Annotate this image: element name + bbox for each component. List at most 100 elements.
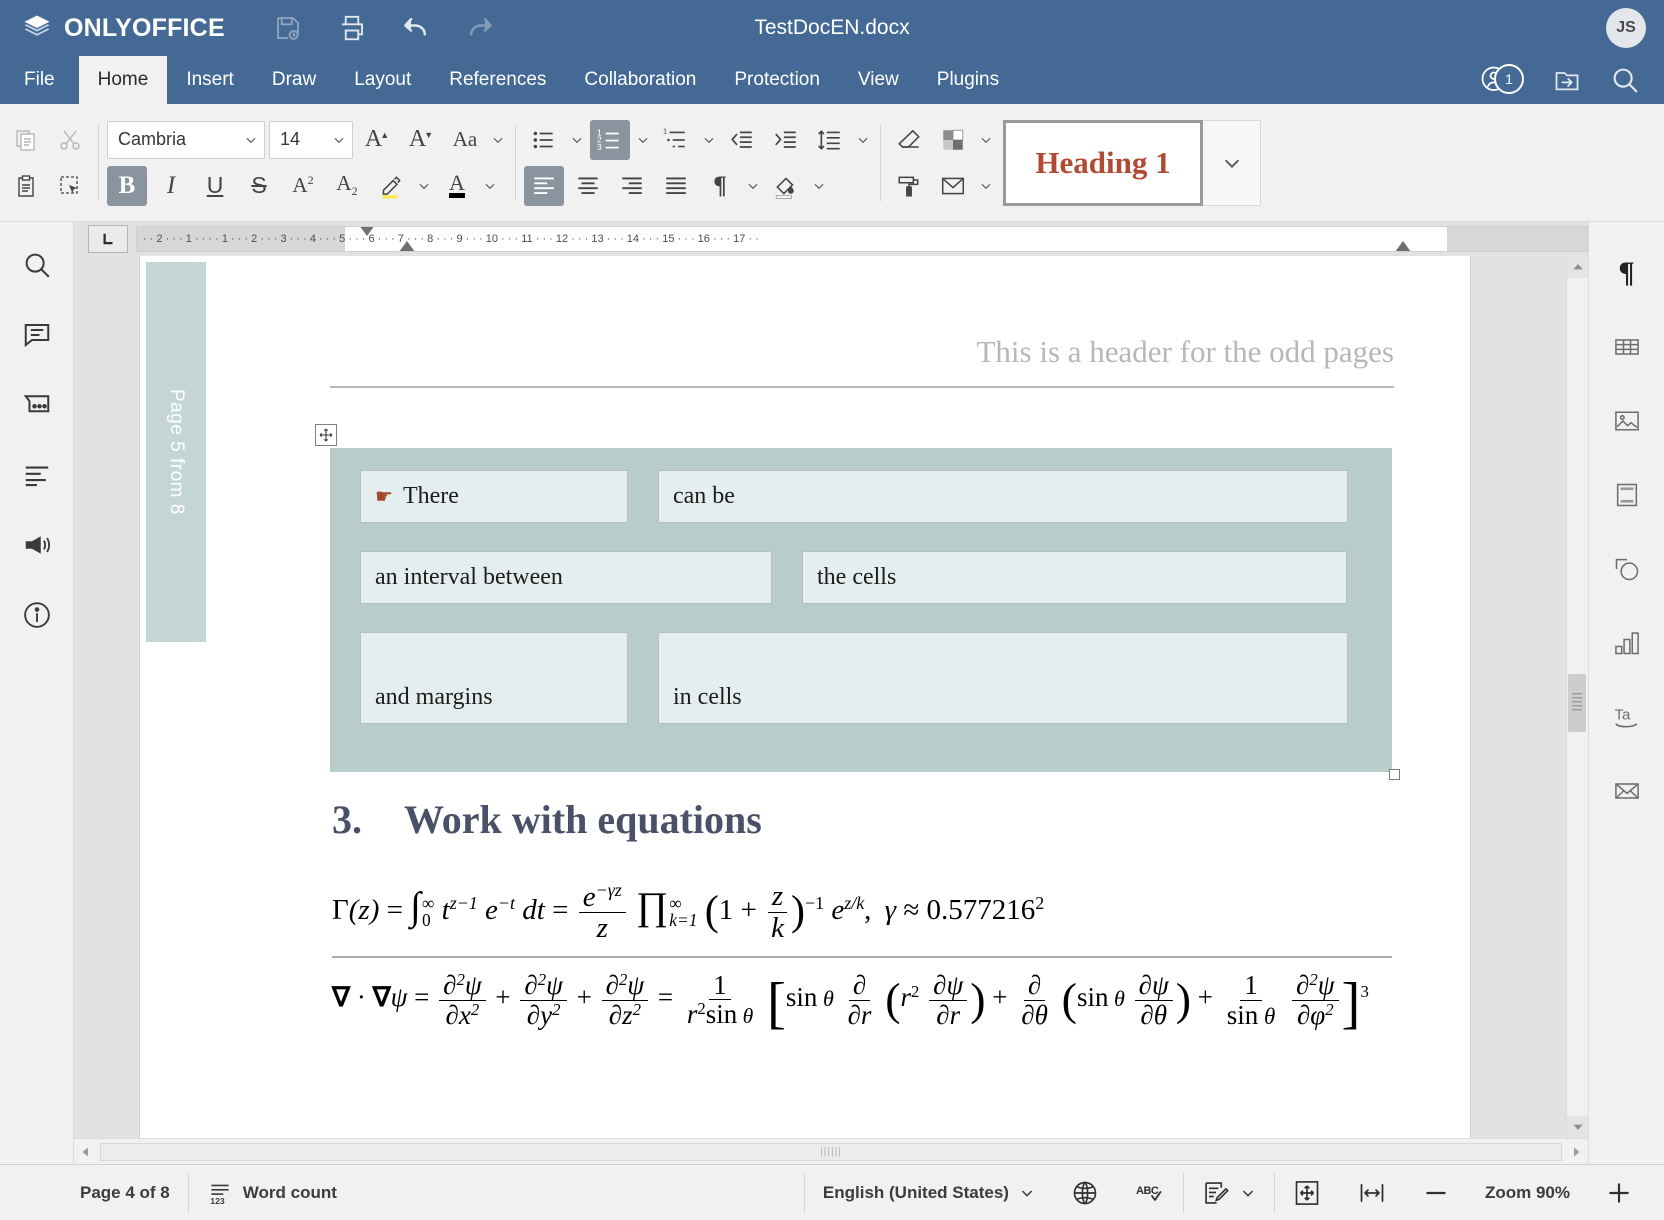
cut-button[interactable] bbox=[50, 120, 90, 160]
page-header-text[interactable]: This is a header for the odd pages bbox=[976, 334, 1394, 370]
vertical-scroll-thumb[interactable] bbox=[1568, 674, 1586, 732]
settings-chart[interactable] bbox=[1606, 622, 1648, 664]
shading-button[interactable] bbox=[766, 166, 806, 206]
set-document-language-button[interactable] bbox=[1053, 1173, 1117, 1213]
change-case-caret[interactable] bbox=[489, 120, 507, 160]
tab-plugins[interactable]: Plugins bbox=[918, 56, 1018, 104]
style-gallery-expand[interactable] bbox=[1203, 119, 1261, 206]
strikeout-button[interactable]: S bbox=[239, 166, 279, 206]
decrement-font-size-button[interactable]: A ▼ bbox=[401, 120, 441, 160]
gamma-function-equation[interactable]: Γ(z) = ∫ ∞ 0 tz−1 e−t dt = e−γz z ∏ ∞ k=1 (1 … bbox=[332, 881, 1044, 944]
horizontal-scroll-thumb[interactable]: |||||| bbox=[100, 1142, 1562, 1161]
sidebar-item-feedback[interactable] bbox=[16, 524, 58, 566]
tab-layout[interactable]: Layout bbox=[335, 56, 430, 104]
save-icon[interactable] bbox=[273, 13, 303, 43]
form-field-in-cells[interactable]: in cells bbox=[658, 632, 1348, 724]
form-field-the-cells[interactable]: the cells bbox=[802, 551, 1347, 604]
settings-paragraph[interactable]: ¶ bbox=[1606, 252, 1648, 294]
redo-icon[interactable] bbox=[465, 13, 495, 43]
form-field-and-margins[interactable]: and margins bbox=[360, 632, 628, 724]
align-right-button[interactable] bbox=[612, 166, 652, 206]
tab-view[interactable]: View bbox=[839, 56, 918, 104]
align-left-button[interactable] bbox=[524, 165, 564, 206]
tab-draw[interactable]: Draw bbox=[253, 56, 335, 104]
highlight-color-caret[interactable] bbox=[415, 166, 433, 206]
nonprinting-chars-caret[interactable] bbox=[744, 166, 762, 206]
settings-shape[interactable] bbox=[1606, 548, 1648, 590]
horizontal-ruler[interactable]: · · 2 · · · 1 · · · · 1 · · · 2 · · · 3 … bbox=[136, 226, 1588, 252]
increase-indent-button[interactable] bbox=[766, 120, 806, 160]
font-size-combo[interactable]: 14 bbox=[269, 120, 353, 159]
scroll-right-button[interactable] bbox=[1564, 1141, 1588, 1163]
shading-caret[interactable] bbox=[810, 166, 828, 206]
right-indent-marker[interactable] bbox=[1395, 241, 1411, 251]
decrease-indent-button[interactable] bbox=[722, 120, 762, 160]
bullets-caret[interactable] bbox=[568, 120, 586, 160]
paste-button[interactable] bbox=[6, 166, 46, 206]
settings-image[interactable] bbox=[1606, 400, 1648, 442]
tab-file[interactable]: File bbox=[0, 56, 79, 104]
table-resize-handle[interactable] bbox=[1389, 769, 1400, 780]
zoom-out-button[interactable] bbox=[1405, 1173, 1467, 1213]
numbering-button[interactable]: 1 2 3 bbox=[590, 119, 630, 160]
nonprinting-chars-button[interactable]: ¶ bbox=[700, 166, 740, 206]
track-changes-button[interactable] bbox=[1184, 1173, 1274, 1213]
settings-header-footer[interactable] bbox=[1606, 474, 1648, 516]
form-field-interval[interactable]: an interval between bbox=[360, 551, 772, 604]
font-color-button[interactable]: A bbox=[437, 166, 477, 206]
line-spacing-button[interactable] bbox=[810, 120, 850, 160]
borders-caret[interactable] bbox=[977, 120, 995, 160]
document-page[interactable]: Page 5 from 8 This is a header for the o… bbox=[140, 256, 1470, 1138]
align-justify-button[interactable] bbox=[656, 166, 696, 206]
tab-stop-selector[interactable] bbox=[88, 225, 128, 253]
fit-page-button[interactable] bbox=[1275, 1173, 1339, 1213]
line-spacing-caret[interactable] bbox=[854, 120, 872, 160]
sidebar-item-about[interactable] bbox=[16, 594, 58, 636]
bold-button[interactable]: B bbox=[107, 165, 147, 206]
zoom-in-button[interactable] bbox=[1588, 1173, 1650, 1213]
table-move-handle[interactable] bbox=[315, 424, 337, 446]
superscript-button[interactable]: A2 bbox=[283, 166, 323, 206]
subscript-button[interactable]: A2 bbox=[327, 166, 367, 206]
mail-merge-button[interactable] bbox=[933, 166, 973, 206]
underline-button[interactable]: U bbox=[195, 166, 235, 206]
change-case-button[interactable]: Aa bbox=[445, 120, 485, 160]
open-file-location-icon[interactable] bbox=[1552, 65, 1582, 95]
clear-style-button[interactable] bbox=[889, 120, 929, 160]
word-count-button[interactable]: 123 Word count bbox=[189, 1173, 355, 1213]
language-selector[interactable]: English (United States) bbox=[805, 1173, 1053, 1213]
page-indicator[interactable]: Page 4 of 8 bbox=[62, 1173, 188, 1213]
mail-merge-caret[interactable] bbox=[977, 166, 995, 206]
copy-button[interactable] bbox=[6, 120, 46, 160]
print-icon[interactable] bbox=[337, 13, 367, 43]
bullets-button[interactable] bbox=[524, 120, 564, 160]
align-center-button[interactable] bbox=[568, 166, 608, 206]
undo-icon[interactable] bbox=[401, 13, 431, 43]
sidebar-item-search[interactable] bbox=[16, 244, 58, 286]
coauthors-icon[interactable]: 1 bbox=[1480, 64, 1524, 95]
style-gallery-selected[interactable]: Heading 1 bbox=[1003, 119, 1203, 206]
highlight-color-button[interactable] bbox=[371, 166, 411, 206]
document-scroll-area[interactable]: Page 5 from 8 This is a header for the o… bbox=[74, 256, 1566, 1138]
search-icon[interactable] bbox=[1610, 65, 1640, 95]
app-logo[interactable]: ONLYOFFICE bbox=[0, 13, 225, 43]
tab-home[interactable]: Home bbox=[78, 56, 168, 104]
section-heading[interactable]: 3. Work with equations bbox=[332, 796, 762, 843]
italic-button[interactable]: I bbox=[151, 166, 191, 206]
form-field-can-be[interactable]: can be bbox=[658, 470, 1348, 523]
settings-text-art[interactable]: Ta bbox=[1606, 696, 1648, 738]
fit-width-button[interactable] bbox=[1339, 1173, 1405, 1213]
form-field-there[interactable]: ☛ There bbox=[360, 470, 628, 523]
copy-style-button[interactable] bbox=[889, 166, 929, 206]
font-color-caret[interactable] bbox=[481, 166, 499, 206]
left-indent-marker[interactable] bbox=[399, 241, 415, 251]
borders-button[interactable] bbox=[933, 120, 973, 160]
avatar[interactable]: JS bbox=[1606, 8, 1646, 48]
increment-font-size-button[interactable]: A ▲ bbox=[357, 120, 397, 160]
scroll-down-button[interactable] bbox=[1567, 1116, 1588, 1138]
vertical-scrollbar[interactable] bbox=[1566, 256, 1588, 1138]
scroll-left-button[interactable] bbox=[74, 1141, 98, 1163]
tab-insert[interactable]: Insert bbox=[167, 56, 253, 104]
laplacian-equation[interactable]: ∇ · ∇ψ = ∂2ψ ∂x2 + ∂2ψ ∂y2 + ∂2ψ ∂z2 = 1 r2s… bbox=[332, 971, 1369, 1036]
scroll-up-button[interactable] bbox=[1567, 256, 1588, 278]
